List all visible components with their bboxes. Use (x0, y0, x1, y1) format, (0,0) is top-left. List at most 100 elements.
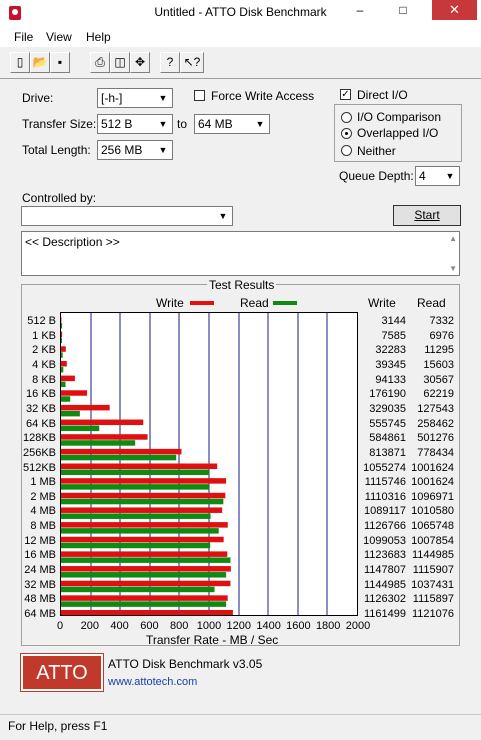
help-icon[interactable]: ? (160, 52, 180, 73)
read-bar (61, 499, 223, 505)
menu-bar: File View Help (0, 28, 481, 47)
read-bar (61, 587, 215, 593)
read-value: 1144985 (404, 549, 454, 561)
start-label: Start (414, 208, 439, 222)
row-label: 64 MB (20, 608, 56, 620)
new-icon[interactable]: ▯ (10, 52, 30, 73)
write-bar (61, 346, 66, 352)
chevron-down-icon: ▼ (443, 168, 457, 184)
read-value: 1115897 (404, 593, 454, 605)
write-value: 1055274 (356, 462, 406, 474)
open-icon[interactable]: 📂 (30, 52, 50, 73)
read-value: 11295 (404, 344, 454, 356)
write-bar (61, 522, 228, 528)
legend-read-label: Read (240, 296, 269, 310)
logo-text: ATTO (23, 662, 101, 685)
title-bar: Untitled - ATTO Disk Benchmark – □ ✕ (0, 0, 481, 29)
chart-svg (61, 313, 357, 615)
drive-select[interactable]: [-h-] ▼ (97, 88, 173, 108)
menu-file[interactable]: File (14, 30, 33, 44)
maximize-button[interactable]: □ (388, 0, 418, 20)
write-bar (61, 434, 148, 440)
read-bar (61, 513, 211, 519)
read-value: 30567 (404, 374, 454, 386)
atto-logo: ATTO (21, 654, 103, 691)
status-text: For Help, press F1 (8, 719, 107, 733)
description-field[interactable]: << Description >> ▲ ▼ (21, 231, 460, 276)
website-link[interactable]: www.attotech.com (108, 676, 197, 688)
print-preview-icon[interactable]: ◫ (110, 52, 130, 73)
chevron-down-icon: ▼ (216, 208, 230, 224)
write-value: 1110316 (356, 491, 406, 503)
row-label: 8 MB (20, 520, 56, 532)
read-bar (61, 601, 226, 607)
legend-write-label: Write (156, 296, 184, 310)
write-value: 94133 (356, 374, 406, 386)
description-text: << Description >> (25, 235, 120, 249)
read-bar (61, 557, 230, 563)
neither-radio[interactable] (341, 145, 352, 156)
menu-view[interactable]: View (46, 30, 72, 44)
write-value: 1123683 (356, 549, 406, 561)
read-value: 501276 (404, 432, 454, 444)
row-label: 16 KB (20, 388, 56, 400)
queue-depth-select[interactable]: 4 ▼ (415, 166, 460, 186)
read-value: 1037431 (404, 579, 454, 591)
read-value: 15603 (404, 359, 454, 371)
scroll-down-icon[interactable]: ▼ (449, 264, 457, 273)
close-button[interactable]: ✕ (432, 0, 477, 20)
read-value: 258462 (404, 418, 454, 430)
direct-io-checkbox[interactable]: ✓ (340, 89, 351, 100)
total-length-select[interactable]: 256 MB ▼ (97, 140, 173, 160)
force-write-checkbox[interactable] (194, 90, 205, 101)
write-value: 3144 (356, 315, 406, 327)
overlapped-io-label: Overlapped I/O (357, 126, 438, 140)
read-value: 1121076 (404, 608, 454, 620)
io-comparison-radio[interactable] (341, 112, 352, 123)
read-bar (61, 396, 70, 402)
context-help-icon[interactable]: ↖? (180, 52, 204, 73)
queue-depth-label: Queue Depth: (339, 169, 414, 183)
start-button[interactable]: Start (393, 205, 461, 226)
io-comparison-label: I/O Comparison (357, 110, 441, 124)
transfer-to-select[interactable]: 64 MB ▼ (194, 114, 270, 134)
row-label: 12 MB (20, 535, 56, 547)
controlled-by-select[interactable]: ▼ (21, 206, 233, 226)
read-bar (61, 323, 62, 329)
write-value: 813871 (356, 447, 406, 459)
write-bar (61, 405, 110, 411)
scroll-up-icon[interactable]: ▲ (449, 234, 457, 243)
status-bar: For Help, press F1 (0, 714, 481, 740)
drive-value: [-h-] (101, 91, 122, 105)
row-label: 2 KB (20, 344, 56, 356)
read-value: 1065748 (404, 520, 454, 532)
to-label: to (177, 117, 187, 131)
menu-help[interactable]: Help (86, 30, 111, 44)
read-bar (61, 338, 62, 344)
chart-plot-area (60, 312, 358, 616)
row-label: 256KB (20, 447, 56, 459)
read-value: 6976 (404, 330, 454, 342)
row-label: 1 MB (20, 476, 56, 488)
toolbar-separator (0, 78, 481, 79)
move-icon[interactable]: ✥ (130, 52, 150, 73)
legend-write-swatch (190, 301, 214, 305)
row-label: 32 MB (20, 579, 56, 591)
write-bar (61, 610, 233, 615)
write-value: 555745 (356, 418, 406, 430)
overlapped-io-radio[interactable] (341, 128, 352, 139)
write-bar (61, 493, 225, 499)
read-value: 127543 (404, 403, 454, 415)
transfer-from-select[interactable]: 512 B ▼ (97, 114, 173, 134)
print-icon[interactable]: ⎙ (90, 52, 110, 73)
write-value: 7585 (356, 330, 406, 342)
write-bar (61, 390, 87, 396)
row-label: 1 KB (20, 330, 56, 342)
transfer-to-value: 64 MB (198, 117, 233, 131)
read-bar (61, 484, 209, 490)
controlled-by-label: Controlled by: (22, 191, 96, 205)
transfer-size-label: Transfer Size: (22, 117, 96, 131)
save-icon[interactable]: ▪ (50, 52, 70, 73)
minimize-button[interactable]: – (345, 0, 375, 20)
write-value: 1099053 (356, 535, 406, 547)
